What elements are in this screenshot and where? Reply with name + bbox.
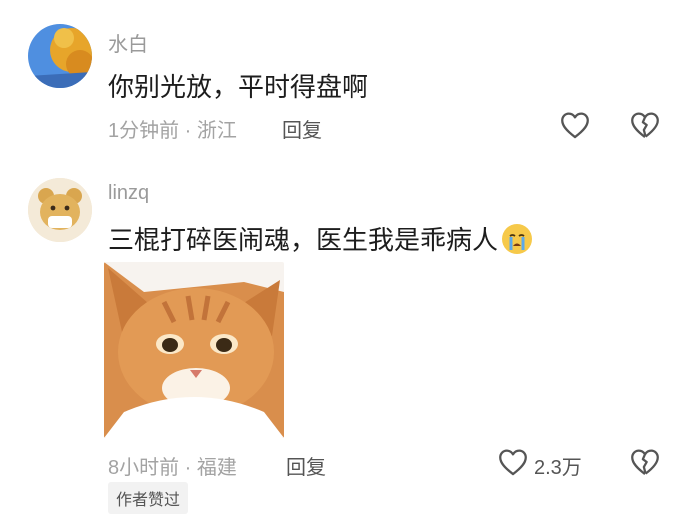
comment-meta: 8小时前 · 福建: [108, 457, 237, 479]
username[interactable]: 水白: [108, 28, 148, 57]
broken-heart-icon[interactable]: [628, 445, 662, 479]
reply-button[interactable]: 回复: [282, 114, 322, 143]
heart-outline-icon[interactable]: [496, 445, 530, 479]
comment-text: 你别光放，平时得盘啊: [108, 72, 369, 102]
avatar[interactable]: [28, 178, 92, 242]
comment-text-body: 三棍打碎医闹魂，医生我是乖病人: [108, 225, 499, 255]
crying-face-icon: [502, 224, 533, 254]
reply-button[interactable]: 回复: [286, 451, 326, 480]
comment-meta: 1分钟前 · 浙江: [108, 120, 237, 142]
comment-text: 三棍打碎医闹魂，医生我是乖病人: [108, 220, 533, 257]
comment-item: 水白 你别光放，平时得盘啊 1分钟前 · 浙江 回复: [0, 0, 690, 160]
author-liked-badge: 作者赞过: [108, 482, 189, 514]
heart-outline-icon[interactable]: [558, 108, 592, 142]
username[interactable]: linzq: [108, 182, 149, 205]
broken-heart-icon[interactable]: [628, 108, 662, 142]
cat-image[interactable]: [104, 262, 284, 438]
like-count: 2.3万: [534, 457, 582, 479]
avatar[interactable]: [28, 24, 92, 88]
